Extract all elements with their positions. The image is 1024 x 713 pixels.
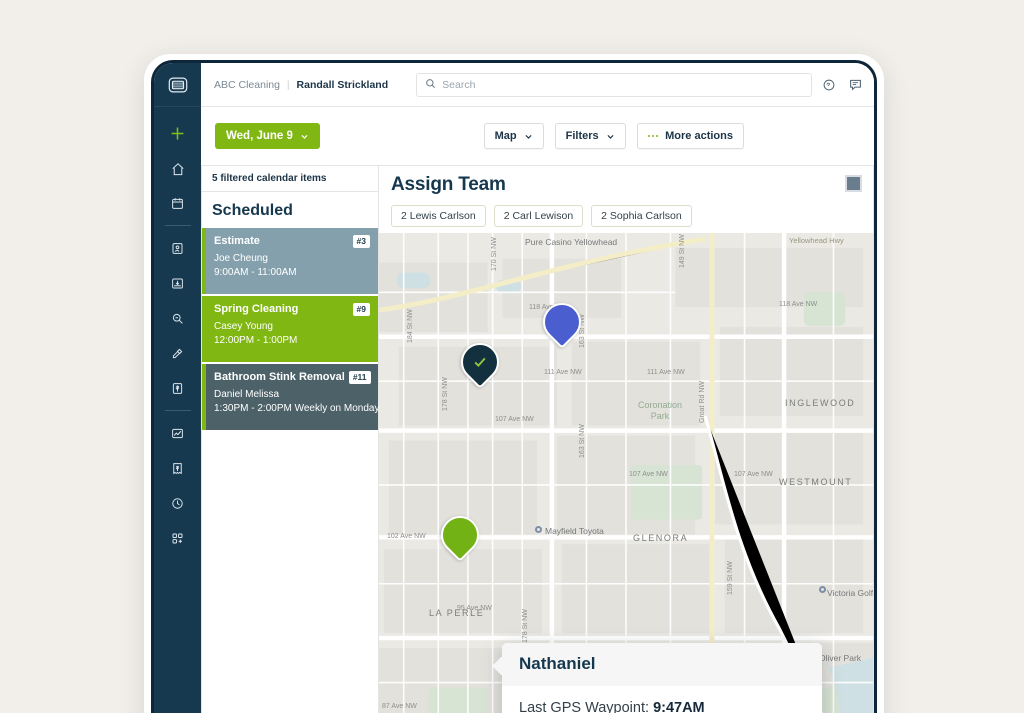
chevron-down-icon bbox=[301, 134, 308, 139]
schedule-card[interactable]: Bathroom Stink Removal #11 Daniel Meliss… bbox=[202, 364, 380, 430]
filters-button[interactable]: Filters bbox=[554, 123, 626, 149]
sidebar-item-requests[interactable] bbox=[161, 266, 195, 301]
schedule-card-badge: #11 bbox=[348, 371, 371, 384]
sidebar-item-reports[interactable] bbox=[161, 416, 195, 451]
schedule-card[interactable]: Estimate #3 Joe Cheung 9:00AM - 11:00AM bbox=[202, 228, 378, 294]
gps-waypoint-value: 9:47AM bbox=[653, 700, 705, 713]
chevron-down-icon bbox=[607, 134, 614, 139]
date-picker-button[interactable]: Wed, June 9 bbox=[215, 123, 320, 149]
check-icon bbox=[474, 357, 486, 367]
schedule-card-title: Spring Cleaning bbox=[214, 303, 299, 315]
sidebar-item-clients[interactable] bbox=[161, 231, 195, 266]
breadcrumb-separator: | bbox=[286, 78, 290, 91]
toolbar: Wed, June 9 Map Filters More actions bbox=[201, 107, 874, 165]
content-area: 5 filtered calendar items Scheduled Esti… bbox=[201, 165, 874, 713]
schedule-card-badge: #3 bbox=[352, 235, 370, 248]
schedule-card-title: Bathroom Stink Removal bbox=[214, 371, 345, 383]
filtered-count-label: 5 filtered calendar items bbox=[202, 166, 378, 192]
breadcrumb-user: Randall Strickland bbox=[296, 78, 389, 91]
more-dots-icon bbox=[647, 134, 659, 138]
gps-popup-title: Nathaniel bbox=[502, 643, 822, 686]
scheduled-heading: Scheduled bbox=[212, 202, 293, 219]
schedule-card-person: Joe Cheung bbox=[214, 252, 268, 264]
sidebar-item-invoices[interactable] bbox=[161, 371, 195, 406]
schedule-card-header: Spring Cleaning #9 bbox=[214, 303, 370, 316]
map-view-button[interactable]: Map bbox=[483, 123, 544, 149]
map-vector-background bbox=[379, 233, 873, 713]
map-poi-pin-icon bbox=[535, 526, 542, 533]
schedule-card-header: Bathroom Stink Removal #11 bbox=[214, 371, 371, 384]
chevron-down-icon bbox=[525, 134, 532, 139]
sidebar-item-add-new[interactable] bbox=[161, 116, 195, 151]
sidebar-item-timesheets[interactable] bbox=[161, 486, 195, 521]
schedule-card-time: 1:30PM - 2:00PM Weekly on Monday bbox=[214, 402, 380, 414]
app-logo[interactable] bbox=[154, 63, 201, 107]
more-actions-button[interactable]: More actions bbox=[636, 123, 744, 149]
schedule-card-list: Estimate #3 Joe Cheung 9:00AM - 11:00AM … bbox=[202, 228, 380, 430]
schedule-card-header: Estimate #3 bbox=[214, 235, 370, 248]
date-picker-label: Wed, June 9 bbox=[226, 130, 293, 142]
map-view-label: Map bbox=[494, 130, 517, 142]
schedule-card-badge: #9 bbox=[352, 303, 370, 316]
gps-waypoint-row: Last GPS Waypoint: 9:47AM bbox=[502, 686, 822, 713]
team-chip[interactable]: 2 Carl Lewison bbox=[493, 205, 584, 227]
search-icon bbox=[425, 76, 436, 94]
schedule-card[interactable]: Spring Cleaning #9 Casey Young 12:00PM -… bbox=[202, 296, 378, 362]
team-chip[interactable]: 2 Lewis Carlson bbox=[391, 205, 486, 227]
chat-message-icon[interactable] bbox=[848, 77, 863, 92]
sidebar-nav bbox=[154, 63, 201, 713]
sidebar-item-home[interactable] bbox=[161, 151, 195, 186]
map-poi-pin-icon bbox=[819, 586, 826, 593]
sidebar-item-quotes[interactable] bbox=[161, 301, 195, 336]
schedule-panel: 5 filtered calendar items Scheduled Esti… bbox=[201, 165, 379, 713]
filters-label: Filters bbox=[565, 130, 599, 142]
top-bar: ABC Cleaning | Randall Strickland Search bbox=[201, 63, 874, 107]
team-member-chips: 2 Lewis Carlson 2 Carl Lewison 2 Sophia … bbox=[391, 205, 861, 227]
device-screen: ABC Cleaning | Randall Strickland Search bbox=[154, 63, 874, 713]
sidebar-item-expenses[interactable] bbox=[161, 451, 195, 486]
page-root: ABC Cleaning | Randall Strickland Search bbox=[0, 0, 1024, 713]
gps-popup: Nathaniel Last GPS Waypoint: 9:47AM Acti… bbox=[502, 643, 822, 713]
breadcrumb-company: ABC Cleaning bbox=[214, 78, 280, 91]
more-actions-label: More actions bbox=[665, 130, 733, 142]
collapse-panel-button[interactable] bbox=[845, 175, 862, 192]
sidebar-item-schedule[interactable] bbox=[161, 186, 195, 221]
map-canvas[interactable]: Pure Casino Yellowhead Yellowhead Hwy 11… bbox=[379, 233, 873, 713]
schedule-card-person: Casey Young bbox=[214, 320, 273, 332]
help-badge-icon[interactable] bbox=[822, 78, 836, 92]
search-placeholder: Search bbox=[442, 78, 476, 91]
schedule-card-time: 12:00PM - 1:00PM bbox=[214, 334, 298, 346]
map-panel: Assign Team 2 Lewis Carlson 2 Carl Lewis… bbox=[379, 165, 874, 713]
sidebar-divider bbox=[164, 225, 191, 226]
top-bar-icons bbox=[822, 77, 863, 92]
assign-team-header: Assign Team 2 Lewis Carlson 2 Carl Lewis… bbox=[379, 166, 873, 233]
breadcrumb: ABC Cleaning | Randall Strickland bbox=[214, 79, 388, 91]
sidebar-item-jobs[interactable] bbox=[161, 336, 195, 371]
gps-waypoint-label: Last GPS Waypoint: bbox=[519, 700, 650, 713]
page-title: Assign Team bbox=[391, 174, 506, 195]
schedule-card-time: 9:00AM - 11:00AM bbox=[214, 266, 297, 278]
schedule-card-person: Daniel Melissa bbox=[214, 388, 280, 400]
schedule-card-title: Estimate bbox=[214, 235, 260, 247]
search-input[interactable]: Search bbox=[416, 72, 812, 97]
sidebar-divider-2 bbox=[164, 410, 191, 411]
sidebar-item-apps[interactable] bbox=[161, 521, 195, 556]
toolbar-actions: Map Filters More actions bbox=[483, 123, 860, 149]
team-chip[interactable]: 2 Sophia Carlson bbox=[591, 205, 692, 227]
